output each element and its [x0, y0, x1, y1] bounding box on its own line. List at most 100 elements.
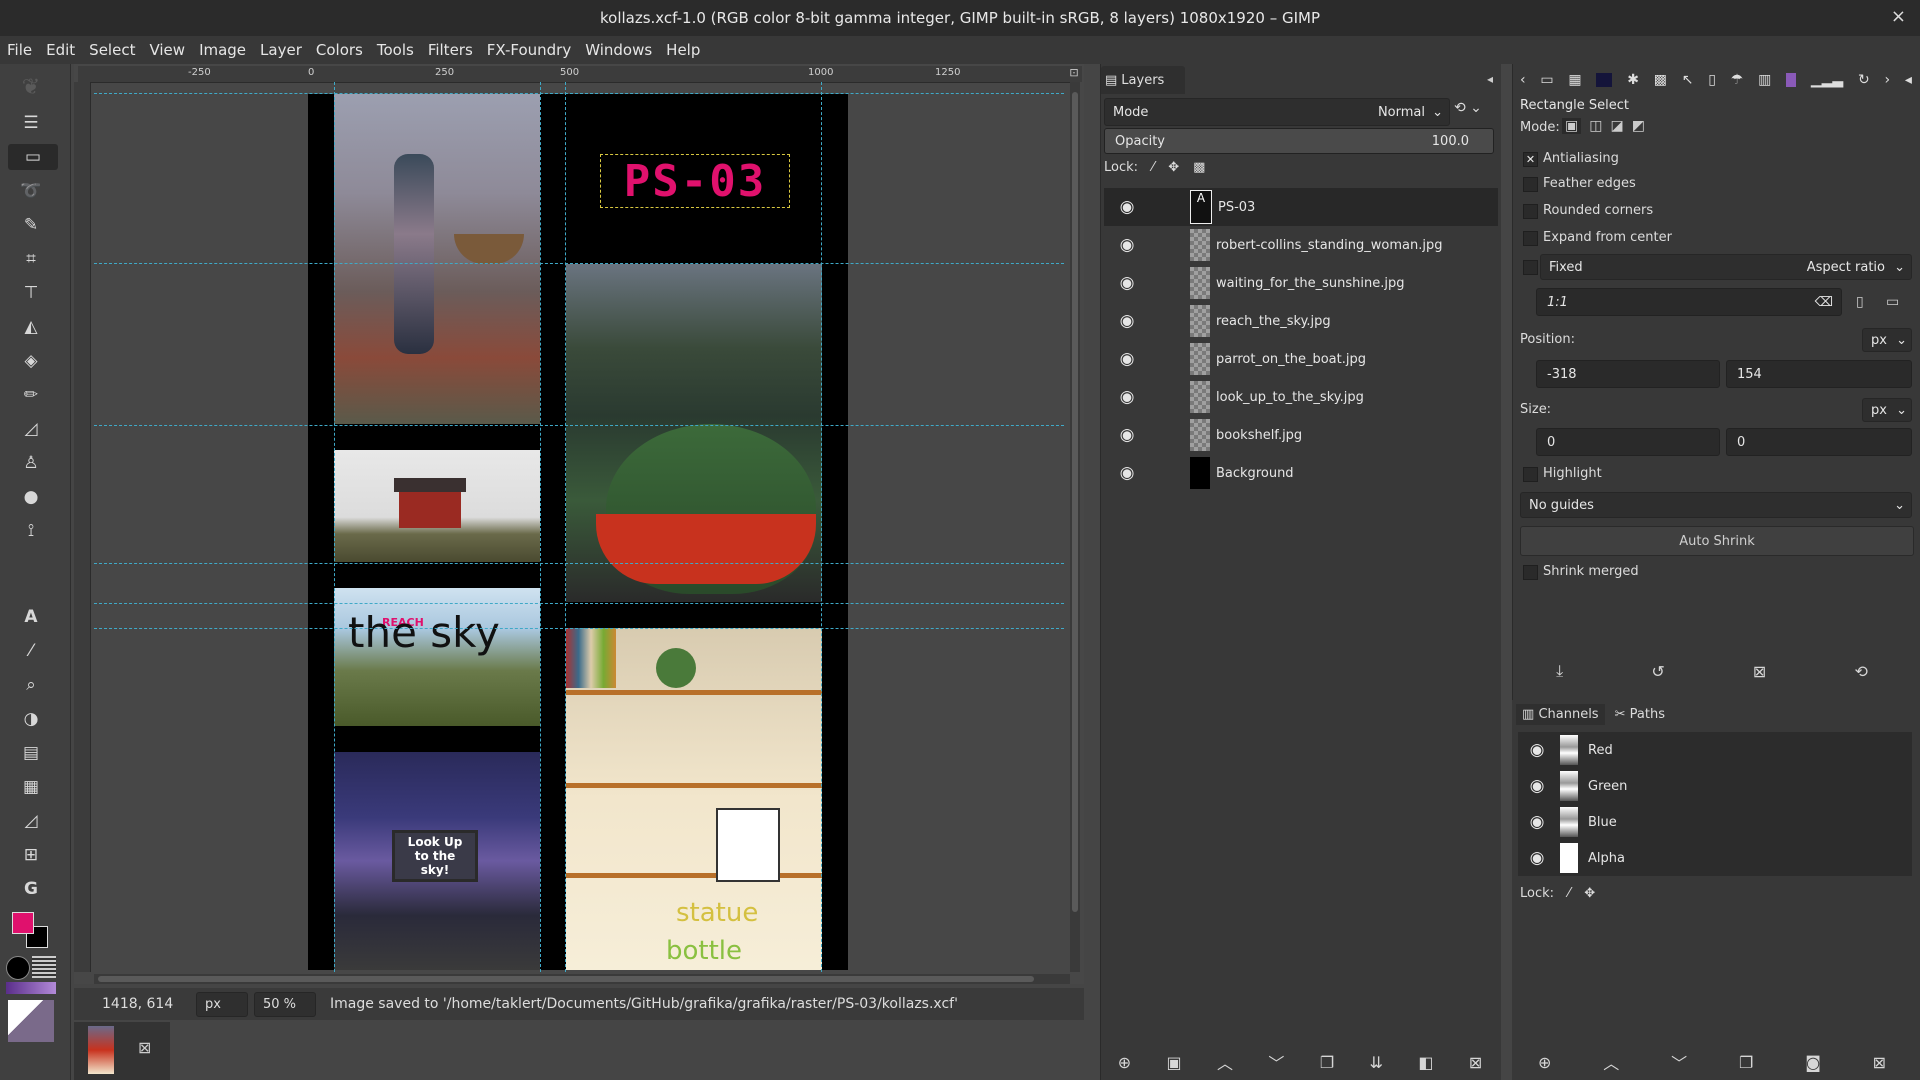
horizontal-scroll-thumb[interactable]: [98, 976, 1034, 982]
layer-name[interactable]: look_up_to_the_sky.jpg: [1216, 390, 1364, 405]
save-options-icon[interactable]: ⤓: [1556, 661, 1563, 681]
close-icon[interactable]: ×: [1891, 6, 1906, 27]
dynamics-tab-icon[interactable]: ☂: [1731, 72, 1744, 88]
delete-channel-icon[interactable]: ⊠: [1873, 1053, 1886, 1072]
add-selection-icon[interactable]: ◫: [1589, 118, 1602, 134]
panel-menu-icon[interactable]: ◂: [1487, 72, 1493, 86]
menu-select[interactable]: Select: [82, 41, 142, 59]
histogram-tool-icon[interactable]: ▦: [18, 774, 44, 800]
size-unit-select[interactable]: px ⌄: [1862, 398, 1912, 422]
chevron-right-icon[interactable]: ›: [1885, 72, 1891, 88]
image-canvas[interactable]: PS-03 REACH the sky statue bottle Look U…: [308, 94, 848, 970]
size-width-input[interactable]: 0: [1536, 428, 1720, 456]
raise-layer-icon[interactable]: ︿: [1217, 1050, 1233, 1074]
templates-tab-icon[interactable]: ▥: [1758, 72, 1771, 88]
new-layer-group-icon[interactable]: ▣: [1166, 1053, 1181, 1072]
layer-name[interactable]: reach_the_sky.jpg: [1216, 314, 1331, 329]
tool-options-tab-icon[interactable]: ▭: [1540, 72, 1553, 88]
guides-select[interactable]: No guides ⌄: [1520, 492, 1912, 518]
zoom-select[interactable]: 50 %: [254, 991, 316, 1017]
ps03-title-text[interactable]: PS-03: [600, 154, 790, 208]
zoom-tool-icon[interactable]: ⌕: [18, 672, 44, 698]
gradient-preview[interactable]: [6, 982, 56, 994]
mode-reset-icon[interactable]: ⟲ ⌄: [1454, 100, 1494, 124]
eye-icon[interactable]: ◉: [1520, 740, 1554, 760]
intersect-selection-icon[interactable]: ◩: [1632, 118, 1645, 134]
menu-layer[interactable]: Layer: [253, 41, 309, 59]
patterns-tab-icon[interactable]: ▩: [1654, 72, 1667, 88]
restore-options-icon[interactable]: ↺: [1651, 662, 1664, 681]
eye-icon[interactable]: ◉: [1104, 387, 1150, 407]
guide-horizontal[interactable]: [94, 603, 1064, 604]
layer-row[interactable]: ◉ robert-collins_standing_woman.jpg: [1104, 226, 1498, 264]
size-height-input[interactable]: 0: [1726, 428, 1912, 456]
layers-tab[interactable]: ▤ Layers: [1101, 66, 1185, 94]
guide-horizontal[interactable]: [94, 628, 1064, 629]
vertical-scrollbar[interactable]: [1070, 82, 1080, 972]
guide-vertical[interactable]: [821, 82, 822, 972]
bucket-fill-tool-icon[interactable]: ◈: [18, 348, 44, 374]
guide-vertical[interactable]: [565, 82, 566, 972]
layer-name[interactable]: bookshelf.jpg: [1216, 428, 1302, 443]
lasso-tool-icon[interactable]: ➰: [18, 178, 44, 204]
guide-horizontal[interactable]: [94, 263, 1064, 264]
menu-colors[interactable]: Colors: [309, 41, 370, 59]
duplicate-channel-icon[interactable]: ❐: [1739, 1053, 1753, 1072]
layer-name[interactable]: Background: [1216, 466, 1294, 481]
layer-mask-icon[interactable]: ◧: [1418, 1053, 1433, 1072]
shrink-merged-checkbox[interactable]: [1523, 565, 1538, 580]
image-tab[interactable]: ⊠: [74, 1022, 170, 1080]
layer-name[interactable]: robert-collins_standing_woman.jpg: [1216, 238, 1442, 253]
channel-row[interactable]: ◉ Green: [1520, 768, 1914, 804]
image-preview-thumbnail[interactable]: [8, 1000, 54, 1042]
rounded-corners-checkbox[interactable]: [1523, 204, 1538, 219]
text-tool-icon[interactable]: A: [18, 604, 44, 630]
pointer-tab-icon[interactable]: ↖: [1682, 72, 1694, 88]
horizontal-ruler[interactable]: -250 0 250 500 1000 1250: [78, 66, 1070, 83]
new-layer-icon[interactable]: ⊕: [1118, 1053, 1131, 1072]
delete-options-icon[interactable]: ⊠: [1753, 662, 1766, 681]
menu-image[interactable]: Image: [192, 41, 253, 59]
foreground-color-swatch[interactable]: [12, 912, 34, 934]
eye-icon[interactable]: ◉: [1104, 425, 1150, 445]
vertical-scroll-thumb[interactable]: [1072, 92, 1078, 912]
antialiasing-checkbox[interactable]: ✕: [1523, 152, 1538, 167]
vertical-ruler[interactable]: [74, 82, 91, 972]
merge-layer-icon[interactable]: ⇊: [1370, 1053, 1383, 1072]
panel-menu-icon[interactable]: ◂: [1905, 72, 1912, 88]
eye-icon[interactable]: ◉: [1520, 776, 1554, 796]
layer-row[interactable]: ◉ Background: [1104, 454, 1498, 492]
guide-vertical[interactable]: [540, 82, 541, 972]
highlight-checkbox[interactable]: [1523, 467, 1538, 482]
clear-icon[interactable]: ⌫: [1815, 295, 1833, 310]
eye-icon[interactable]: ◉: [1104, 463, 1150, 483]
landscape-icon[interactable]: ▭: [1886, 294, 1899, 310]
curves-tool-icon[interactable]: ◿: [18, 808, 44, 834]
lower-channel-icon[interactable]: ﹀: [1671, 1050, 1687, 1074]
align-tool-icon[interactable]: ☰: [18, 110, 44, 136]
channels-tab[interactable]: ▥ Channels: [1516, 704, 1605, 725]
guide-vertical[interactable]: [334, 82, 335, 972]
portrait-icon[interactable]: ▯: [1856, 294, 1864, 310]
menu-view[interactable]: View: [142, 41, 192, 59]
duplicate-layer-icon[interactable]: ❐: [1320, 1053, 1334, 1072]
measure-tool-icon[interactable]: ⊞: [18, 842, 44, 868]
feather-checkbox[interactable]: [1523, 177, 1538, 192]
position-unit-select[interactable]: px ⌄: [1862, 328, 1912, 352]
layer-name[interactable]: parrot_on_the_boat.jpg: [1216, 352, 1366, 367]
layer-row[interactable]: ◉ waiting_for_the_sunshine.jpg: [1104, 264, 1498, 302]
layer-row[interactable]: ◉ A PS-03: [1104, 188, 1498, 226]
eye-icon[interactable]: ◉: [1104, 197, 1150, 217]
channel-row[interactable]: ◉ Blue: [1520, 804, 1914, 840]
levels-tool-icon[interactable]: ◑: [18, 706, 44, 732]
warp-transform-tool-icon[interactable]: ◭: [18, 314, 44, 340]
chevron-left-icon[interactable]: ‹: [1520, 72, 1526, 88]
channel-to-selection-icon[interactable]: ◙: [1805, 1053, 1821, 1072]
layer-row[interactable]: ◉ reach_the_sky.jpg: [1104, 302, 1498, 340]
colors-tab-icon[interactable]: [1596, 73, 1613, 87]
layer-name[interactable]: waiting_for_the_sunshine.jpg: [1216, 276, 1404, 291]
brushes-tab-icon[interactable]: ✱: [1627, 72, 1639, 88]
guide-horizontal[interactable]: [94, 93, 1064, 94]
lock-position-icon[interactable]: ✥: [1168, 160, 1179, 175]
fixed-checkbox[interactable]: [1523, 260, 1538, 275]
